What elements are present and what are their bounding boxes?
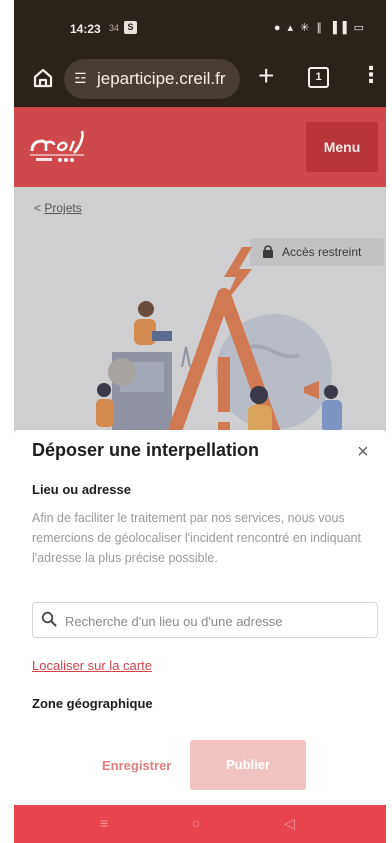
- menu-button[interactable]: Menu: [306, 122, 378, 172]
- save-button[interactable]: Enregistrer: [102, 758, 171, 773]
- status-bar: 14:23 34 S ● ▴ ✳ ∥ ▐▐ ▭: [14, 0, 386, 50]
- phone-screen: 14:23 34 S ● ▴ ✳ ∥ ▐▐ ▭ ☲ jeparticipe.cr…: [14, 0, 386, 843]
- creil-logo[interactable]: [28, 127, 88, 169]
- locate-on-map-link[interactable]: Localiser sur la carte: [32, 658, 152, 673]
- system-status-icons: ● ▴ ✳ ∥ ▐▐ ▭: [273, 22, 366, 34]
- address-bar[interactable]: ☲ jeparticipe.creil.fr: [64, 59, 240, 99]
- project-page-dimmed: < Projets Accès restreint: [14, 187, 386, 447]
- new-tab-button[interactable]: +: [258, 60, 274, 92]
- recent-apps-icon[interactable]: ≡: [100, 815, 108, 831]
- address-field-label: Lieu ou adresse: [32, 482, 131, 497]
- geographic-zone-label: Zone géographique: [32, 696, 153, 711]
- back-icon[interactable]: ◁: [284, 815, 295, 832]
- search-icon: [41, 611, 57, 627]
- browser-toolbar: ☲ jeparticipe.creil.fr + 1 ⋮: [14, 50, 386, 107]
- home-icon[interactable]: [32, 67, 54, 89]
- site-header: Menu: [14, 107, 386, 187]
- warning-illustration: [96, 247, 342, 447]
- tab-switcher-button[interactable]: 1: [308, 67, 329, 88]
- interpellation-modal: Déposer une interpellation × Lieu ou adr…: [14, 430, 386, 810]
- address-search-input[interactable]: [63, 603, 373, 639]
- breadcrumb-projets-link[interactable]: Projets: [44, 201, 81, 215]
- modal-title: Déposer une interpellation: [32, 440, 260, 460]
- publish-button[interactable]: Publier: [190, 740, 306, 790]
- address-search-box[interactable]: [32, 602, 378, 639]
- chevron-left-icon: <: [34, 201, 42, 215]
- site-settings-icon[interactable]: ☲: [74, 70, 87, 87]
- status-network-speed: 34: [109, 23, 120, 33]
- address-help-text: Afin de faciliter le traitement par nos …: [32, 511, 361, 565]
- url-text[interactable]: jeparticipe.creil.fr: [97, 69, 226, 89]
- system-navigation-bar: ≡ ○ ◁: [14, 805, 386, 843]
- notification-icon: S: [124, 21, 137, 34]
- status-time: 14:23: [70, 22, 101, 36]
- close-icon[interactable]: ×: [357, 442, 369, 462]
- more-options-icon[interactable]: ⋮: [360, 62, 382, 88]
- breadcrumb[interactable]: < Projets: [34, 201, 82, 215]
- home-button-icon[interactable]: ○: [192, 815, 200, 831]
